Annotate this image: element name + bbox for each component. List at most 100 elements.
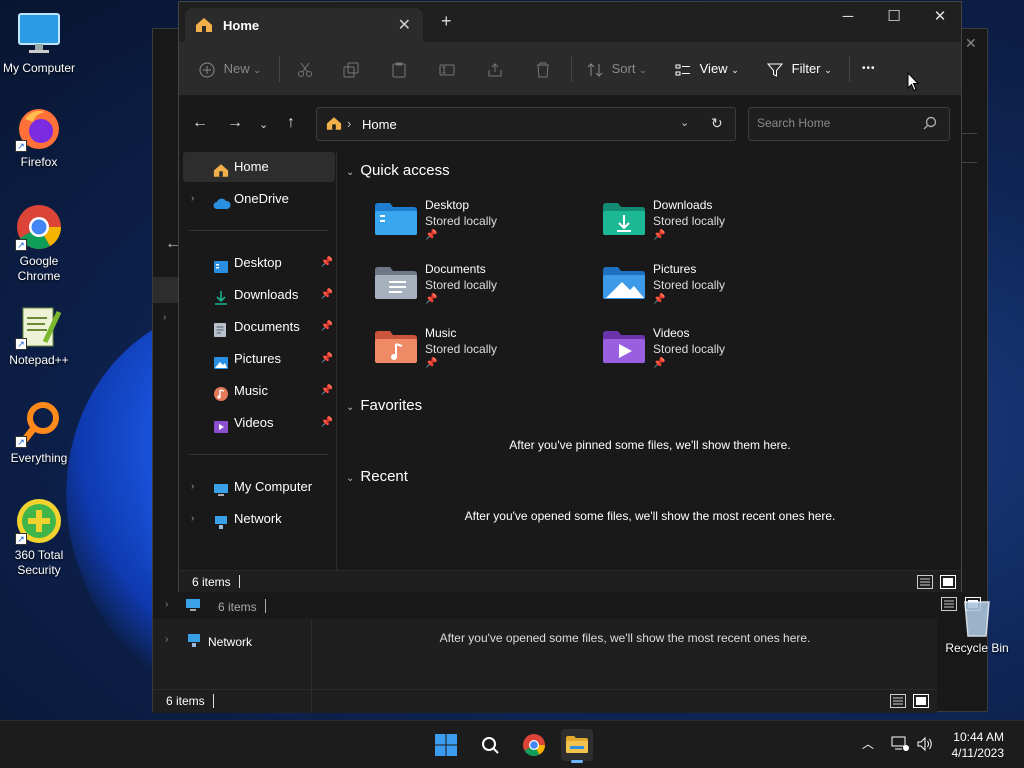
nav-item-onedrive[interactable]: › OneDrive <box>183 184 335 214</box>
desktop-icon-label: Recycle Bin <box>945 641 1009 655</box>
search-box-edge <box>961 133 977 163</box>
pin-icon[interactable]: 📌 <box>321 312 333 342</box>
folder-icon <box>566 736 588 753</box>
rename-button[interactable] <box>439 56 455 82</box>
nav-divider <box>189 454 329 455</box>
search-button[interactable] <box>474 729 506 761</box>
desktop-icon-label: Google Chrome <box>17 254 61 283</box>
taskbar-file-explorer[interactable] <box>561 729 593 763</box>
paste-button[interactable] <box>391 56 407 82</box>
toolbar-separator <box>849 56 850 82</box>
pin-icon[interactable]: 📌 <box>321 248 333 278</box>
explorer-window[interactable]: Home ✕ + ─ ☐ ✕ New ⌄ Sort ⌄ View ⌄ Filte… <box>178 1 962 592</box>
desktop-icon-my-computer[interactable]: My Computer <box>0 10 78 76</box>
delete-button[interactable] <box>535 56 551 82</box>
start-button[interactable] <box>430 729 462 761</box>
address-location[interactable]: Home <box>362 117 397 132</box>
taskbar-chrome[interactable] <box>518 729 550 761</box>
music-icon <box>213 383 229 401</box>
nav-item-desktop[interactable]: Desktop 📌 <box>183 248 335 278</box>
nav-item-label: Network <box>234 511 282 526</box>
details-view-icon[interactable] <box>890 694 906 711</box>
desktop-icon-label: Firefox <box>20 155 58 169</box>
nav-item-label: Pictures <box>234 351 281 366</box>
refresh-icon[interactable]: ↻ <box>711 115 723 132</box>
close-tab-icon[interactable]: ✕ <box>398 15 411 35</box>
nav-item-videos[interactable]: Videos 📌 <box>183 408 335 438</box>
quick-access-item-pictures[interactable]: Pictures Stored locally 📌 <box>602 260 822 320</box>
chevron-up-icon[interactable]: ︿ <box>862 735 874 752</box>
sort-button[interactable]: Sort ⌄ <box>587 56 647 82</box>
title-bar[interactable]: Home ✕ + ─ ☐ ✕ <box>179 2 961 42</box>
desktop-icon-360-total-security[interactable]: ↗ 360 Total Security <box>0 497 78 578</box>
nav-item-documents[interactable]: Documents 📌 <box>183 312 335 342</box>
up-button[interactable]: ↑ <box>287 114 295 132</box>
more-options-button[interactable]: ••• <box>862 56 876 82</box>
tiles-view-icon[interactable] <box>940 574 956 596</box>
address-dropdown-icon[interactable]: ⌄ <box>680 116 689 129</box>
view-button[interactable]: View ⌄ <box>675 56 739 82</box>
system-clock[interactable]: 10:44 AM 4/11/2023 <box>952 729 1005 761</box>
nav-divider <box>189 230 329 231</box>
status-divider <box>239 575 240 588</box>
pin-icon[interactable]: 📌 <box>321 408 333 438</box>
desktop-icon-firefox[interactable]: ↗ Firefox <box>0 104 78 170</box>
recent-locations-icon[interactable]: ⌄ <box>259 116 268 134</box>
chevron-down-icon: ⌄ <box>639 65 647 75</box>
new-tab-button[interactable]: + <box>441 12 452 30</box>
network-icon <box>213 511 229 529</box>
pin-icon[interactable]: 📌 <box>321 280 333 310</box>
volume-icon[interactable] <box>916 736 934 755</box>
desktop-icon-chrome[interactable]: ↗ Google Chrome <box>0 203 78 284</box>
quick-access-item-downloads[interactable]: Downloads Stored locally 📌 <box>602 196 822 256</box>
address-bar-row: ← → ⌄ ↑ › Home ⌄ ↻ <box>179 96 961 152</box>
network-status-icon[interactable] <box>891 736 909 755</box>
desktop-icon-everything[interactable]: ↗ Everything <box>0 400 78 466</box>
search-input[interactable] <box>757 116 917 130</box>
download-arrow-icon <box>213 287 229 305</box>
quick-access-item-documents[interactable]: Documents Stored locally 📌 <box>374 260 594 320</box>
pin-icon[interactable]: 📌 <box>321 376 333 406</box>
nav-item-music[interactable]: Music 📌 <box>183 376 335 406</box>
recent-header[interactable]: ⌄ Recent <box>346 468 408 488</box>
pin-icon: 📌 <box>653 230 666 241</box>
back-button[interactable]: ← <box>192 114 208 132</box>
quick-access-item-videos[interactable]: Videos Stored locally 📌 <box>602 324 822 384</box>
quick-access-item-music[interactable]: Music Stored locally 📌 <box>374 324 594 384</box>
content-pane: ⌄ Quick access Desktop Stored locally 📌 D… <box>338 152 962 570</box>
nav-item-pictures[interactable]: Pictures 📌 <box>183 344 335 374</box>
search-box[interactable] <box>748 107 950 141</box>
nav-item-network[interactable]: Network <box>208 635 252 649</box>
search-icon[interactable] <box>923 116 937 133</box>
share-button[interactable] <box>487 56 503 82</box>
forward-button[interactable]: → <box>227 114 243 132</box>
quick-access-item-desktop[interactable]: Desktop Stored locally 📌 <box>374 196 594 256</box>
desktop-icon-recycle-bin[interactable]: Recycle Bin <box>938 598 1016 656</box>
quick-access-header[interactable]: ⌄ Quick access <box>346 162 450 182</box>
desktop-icon-label: My Computer <box>2 61 76 75</box>
copy-button[interactable] <box>343 56 359 82</box>
desktop-icon-notepadpp[interactable]: ↗ Notepad++ <box>0 302 78 368</box>
pin-icon[interactable]: 📌 <box>321 344 333 374</box>
address-box[interactable]: › Home ⌄ ↻ <box>316 107 736 141</box>
chevron-right-icon: › <box>163 312 167 323</box>
recycle-bin-icon <box>953 598 1001 638</box>
nav-item-label: Home <box>234 159 269 174</box>
item-location: Stored locally <box>425 278 498 292</box>
tab-home[interactable]: Home ✕ <box>185 8 423 42</box>
filter-button[interactable]: Filter ⌄ <box>766 56 832 82</box>
close-icon[interactable]: ✕ <box>965 35 977 52</box>
close-button[interactable]: ✕ <box>917 2 963 34</box>
nav-item-home[interactable]: Home <box>183 152 335 182</box>
minimize-button[interactable]: ─ <box>825 2 871 34</box>
tiles-view-icon[interactable] <box>913 694 929 711</box>
new-button[interactable]: New ⌄ <box>199 56 261 82</box>
nav-selection <box>153 277 179 303</box>
nav-item-network[interactable]: › Network <box>183 504 335 534</box>
maximize-button[interactable]: ☐ <box>871 2 917 34</box>
cut-button[interactable] <box>297 56 313 82</box>
nav-item-my-computer[interactable]: › My Computer <box>183 472 335 502</box>
details-view-icon[interactable] <box>917 574 933 596</box>
favorites-header[interactable]: ⌄ Favorites <box>346 397 422 417</box>
nav-item-downloads[interactable]: Downloads 📌 <box>183 280 335 310</box>
